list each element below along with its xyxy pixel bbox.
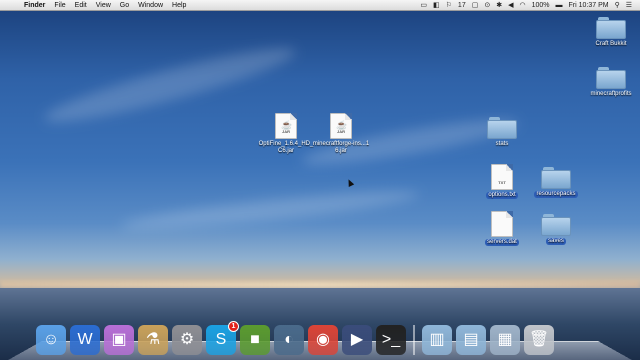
status-icon-a[interactable]: ▭ xyxy=(420,0,427,11)
trash-icon[interactable]: 🗑 xyxy=(524,325,554,355)
applications-folder-icon[interactable]: ▥ xyxy=(422,325,452,355)
chrome-icon[interactable]: ◉ xyxy=(308,325,338,355)
word-icon-glyph: W xyxy=(77,331,93,348)
system-preferences-icon-glyph: ⚙ xyxy=(179,331,195,348)
bluetooth-icon[interactable]: ✱ xyxy=(496,0,502,11)
skype-icon[interactable]: S1 xyxy=(206,321,239,355)
desktop-item-label: minecraftforge-ins...16.jar xyxy=(312,141,370,154)
desktop-item-servers-dat[interactable]: servers.dat xyxy=(472,211,532,246)
downloads-stack-icon[interactable]: ▦ xyxy=(490,325,520,355)
applications-folder-icon-glyph: ▥ xyxy=(429,331,445,348)
downloads-stack-icon-glyph: ▦ xyxy=(497,331,513,348)
document-file-icon xyxy=(491,211,513,237)
preview-icon[interactable]: ⚗ xyxy=(138,325,168,355)
steam-icon-glyph: ◐ xyxy=(284,331,294,348)
desktop-item-forge-jar[interactable]: ☕ JAR minecraftforge-ins...16.jar xyxy=(311,113,371,155)
chrome-icon-glyph: ◉ xyxy=(316,331,330,348)
volume-icon[interactable]: ◀ xyxy=(508,0,513,11)
folder-icon xyxy=(487,117,517,139)
trash-icon-glyph: 🗑 xyxy=(528,331,550,348)
menu-go[interactable]: Go xyxy=(120,0,129,11)
desktop-item-label: resourcepacks xyxy=(534,191,578,198)
notification-badge: 1 xyxy=(228,321,239,332)
status-icon-e[interactable]: ⊙ xyxy=(484,0,490,11)
documents-folder-icon[interactable]: ▤ xyxy=(456,325,486,355)
minecraft-icon[interactable]: ■ xyxy=(240,325,270,355)
menu-help[interactable]: Help xyxy=(172,0,186,11)
folder-icon xyxy=(596,67,626,89)
status-icon-c[interactable]: ⚐ xyxy=(446,0,452,11)
desktop-item-craft-bukkit[interactable]: Craft Bukkit xyxy=(581,17,640,48)
wifi-icon[interactable]: ◠ xyxy=(519,0,525,11)
desktop-item-stats[interactable]: stats xyxy=(472,117,532,148)
documents-folder-icon-glyph: ▤ xyxy=(463,331,479,348)
desktop-item-label: stats xyxy=(495,141,509,147)
status-icon-d[interactable]: ▢ xyxy=(472,0,479,11)
desktop-item-label: saves xyxy=(546,238,566,245)
mouse-cursor xyxy=(345,178,355,187)
status-icon-b[interactable]: ◧ xyxy=(433,0,440,11)
preview-icon-glyph: ⚗ xyxy=(145,331,161,348)
system-icon[interactable]: ▣ xyxy=(104,325,134,355)
dock-separator xyxy=(413,325,415,355)
desktop-item-saves[interactable]: saves xyxy=(526,214,586,245)
desktop-item-label: options.txt xyxy=(486,192,518,199)
skype-icon-glyph: S xyxy=(215,331,227,348)
steam-icon[interactable]: ◐ xyxy=(274,325,304,355)
battery-percent[interactable]: 100% xyxy=(532,0,550,11)
video-icon[interactable]: ▶ xyxy=(342,325,372,355)
terminal-icon-glyph: >_ xyxy=(381,331,401,348)
battery-icon[interactable]: ▬ xyxy=(556,0,563,11)
folder-icon xyxy=(596,17,626,39)
folder-icon xyxy=(541,214,571,236)
list-icon[interactable]: ☰ xyxy=(626,0,632,11)
status-area: ▭ ◧ ⚐ 17 ▢ ⊙ ✱ ◀ ◠ 100% ▬ Fri 10:37 PM ⚲… xyxy=(420,0,640,11)
desktop-item-label: minecraftprofits xyxy=(590,91,632,97)
menu-view[interactable]: View xyxy=(96,0,111,11)
menu-clock[interactable]: Fri 10:37 PM xyxy=(569,0,609,11)
terminal-icon[interactable]: >_ xyxy=(376,325,406,355)
video-icon-glyph: ▶ xyxy=(350,331,364,348)
system-preferences-icon[interactable]: ⚙ xyxy=(172,325,202,355)
sky-streak xyxy=(119,184,421,236)
menu-edit[interactable]: Edit xyxy=(75,0,87,11)
system-icon-glyph: ▣ xyxy=(111,331,127,348)
jar-file-icon: ☕ JAR xyxy=(275,113,297,139)
desktop-item-minecraftprofits[interactable]: minecraftprofits xyxy=(581,67,640,98)
finder-icon[interactable]: ☺ xyxy=(36,325,66,355)
dock: ☺ W ▣ ⚗ ⚙ S 1 ■ ◐ ◉ ▶ >_ ▥ ▤ ▦ 🗑 xyxy=(36,319,554,355)
desktop-item-label: Craft Bukkit xyxy=(595,41,627,47)
menu-app-finder[interactable]: Finder xyxy=(24,0,45,11)
notification-count[interactable]: 17 xyxy=(458,0,466,11)
word-icon[interactable]: W xyxy=(70,325,100,355)
text-file-icon: TXT xyxy=(491,164,513,190)
desktop-item-options-txt[interactable]: TXT options.txt xyxy=(472,164,532,199)
menu-bar: Finder File Edit View Go Window Help ▭ ◧… xyxy=(0,0,640,11)
spotlight-icon[interactable]: ⚲ xyxy=(615,0,620,11)
desktop-item-label: OptiFine_1.6.4_HD_C6.jar xyxy=(258,141,314,154)
minecraft-icon-glyph: ■ xyxy=(250,331,260,348)
menu-file[interactable]: File xyxy=(54,0,65,11)
desktop-item-resourcepacks[interactable]: resourcepacks xyxy=(526,167,586,198)
finder-icon-glyph: ☺ xyxy=(42,331,60,348)
desktop-item-optifine-jar[interactable]: ☕ JAR OptiFine_1.6.4_HD_C6.jar xyxy=(256,113,316,155)
desktop-item-label: servers.dat xyxy=(485,239,519,246)
menu-window[interactable]: Window xyxy=(138,0,163,11)
folder-icon xyxy=(541,167,571,189)
jar-file-icon: ☕ JAR xyxy=(330,113,352,139)
